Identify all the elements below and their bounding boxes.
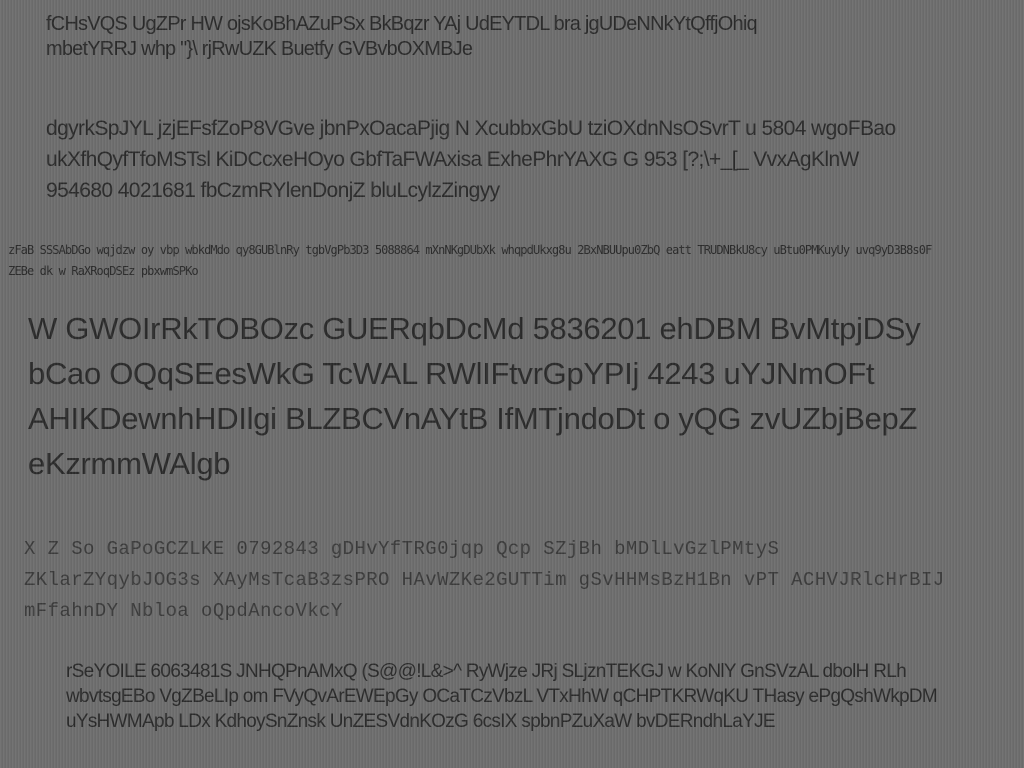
text-paragraph-4-large: W GWOIrRkTOBOzc GUERqbDcMd 5836201 ehDBM…: [28, 311, 929, 481]
text-paragraph-2: dgyrkSpJYL jzjEFsfZoP8VGve jbnPxOacaPjig…: [46, 117, 901, 202]
text-paragraph-1: fCHsVQS UgZPr HW ojsKoBhAZuPSx BkBqzr YA…: [46, 13, 762, 60]
text-paragraph-3: zFaB SSSAbDGo wqjdzw oy vbp wbkdMdo qy8G…: [8, 243, 938, 278]
text-paragraph-6: rSeYOILE 6063481S JNHQPnAMxQ (S@@!L&>^ R…: [66, 661, 942, 732]
text-paragraph-5-mono: X Z So GaPoGCZLKE 0792843 gDHvYfTRG0jqp …: [24, 538, 957, 622]
